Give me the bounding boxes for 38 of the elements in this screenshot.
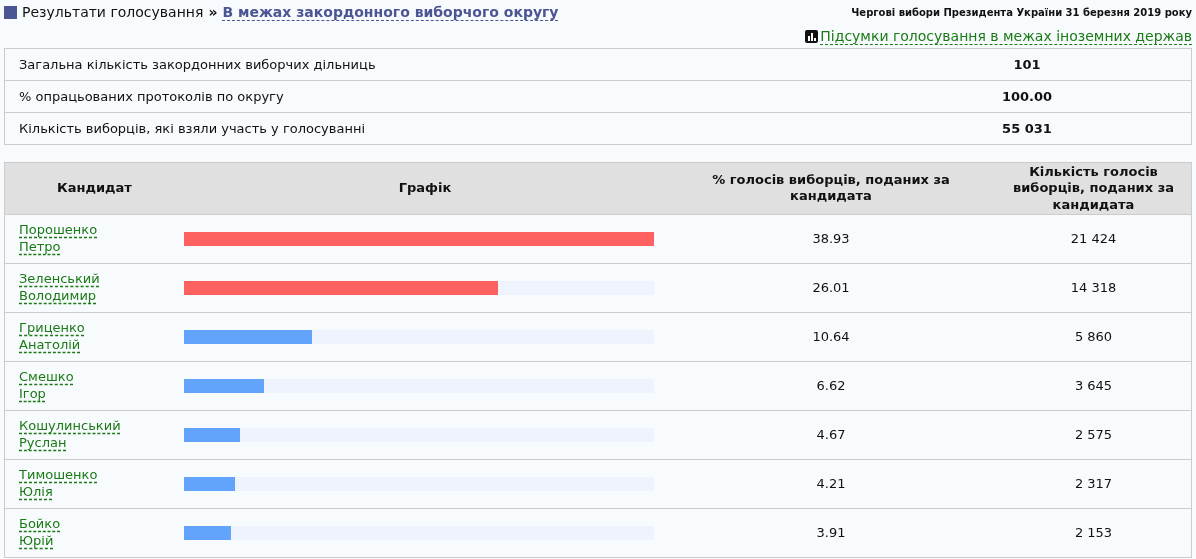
candidate-link[interactable]: Бойко Юрій bbox=[19, 515, 61, 550]
bar-chart-icon bbox=[805, 29, 819, 43]
candidate-link[interactable]: Смешко Ігор bbox=[19, 368, 74, 403]
votes-cell: 3 645 bbox=[996, 361, 1192, 411]
summary-label: Кількість виборців, які взяли участь у голосуванні bbox=[4, 112, 863, 145]
candidate-link[interactable]: Зеленський Володимир bbox=[19, 270, 100, 305]
votes-cell: 5 860 bbox=[996, 312, 1192, 362]
percent-cell: 26.01 bbox=[666, 263, 996, 313]
candidate-link[interactable]: Тимошенко Юлія bbox=[19, 466, 98, 501]
breadcrumb-current[interactable]: В межах закордонного виборчого округу bbox=[222, 3, 559, 21]
percent-cell: 6.62 bbox=[666, 361, 996, 411]
candidate-link[interactable]: Порошенко Петро bbox=[19, 221, 98, 256]
summary-link[interactable]: Підсумки голосування в межах іноземних держав bbox=[820, 27, 1192, 45]
summary-value: 100.00 bbox=[863, 80, 1192, 113]
column-header: Графік bbox=[184, 162, 666, 215]
candidate-link[interactable]: Кошулинський Руслан bbox=[19, 417, 121, 452]
summary-label: Загальна кількість закордонних виборчих дільниць bbox=[4, 48, 863, 81]
votes-cell: 2 575 bbox=[996, 410, 1192, 460]
column-header: Кількість голосів виборців, поданих за кандидата bbox=[996, 162, 1192, 215]
percent-cell: 3.91 bbox=[666, 508, 996, 558]
square-icon bbox=[4, 5, 17, 19]
column-header: % голосів виборців, поданих за кандидата bbox=[666, 162, 996, 215]
column-header: Кандидат bbox=[4, 162, 184, 215]
percent-cell: 4.67 bbox=[666, 410, 996, 460]
breadcrumb-root: Результати голосування bbox=[22, 4, 204, 20]
votes-cell: 14 318 bbox=[996, 263, 1192, 313]
candidate-link[interactable]: Гриценко Анатолій bbox=[19, 319, 85, 354]
percent-cell: 4.21 bbox=[666, 459, 996, 509]
percent-cell: 38.93 bbox=[666, 214, 996, 264]
votes-cell: 21 424 bbox=[996, 214, 1192, 264]
summary-label: % опрацьованих протоколів по округу bbox=[4, 80, 863, 113]
breadcrumb-separator: » bbox=[208, 4, 218, 20]
votes-cell: 2 317 bbox=[996, 459, 1192, 509]
votes-cell: 2 153 bbox=[996, 508, 1192, 558]
percent-cell: 10.64 bbox=[666, 312, 996, 362]
election-title: Чергові вибори Президента України 31 березня 2019 року bbox=[851, 6, 1192, 18]
summary-value: 101 bbox=[863, 48, 1192, 81]
summary-value: 55 031 bbox=[863, 112, 1192, 145]
